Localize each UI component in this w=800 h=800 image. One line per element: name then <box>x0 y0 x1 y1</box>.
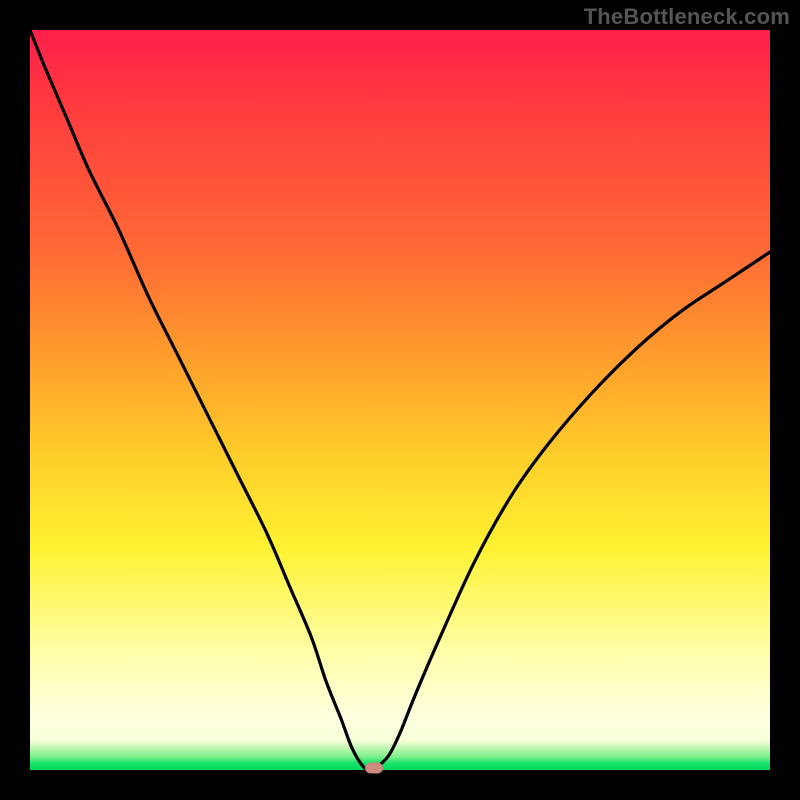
optimal-point-marker <box>365 763 383 774</box>
bottleneck-curve <box>30 30 770 770</box>
watermark-text: TheBottleneck.com <box>584 4 790 30</box>
plot-area <box>30 30 770 770</box>
chart-container: TheBottleneck.com <box>0 0 800 800</box>
